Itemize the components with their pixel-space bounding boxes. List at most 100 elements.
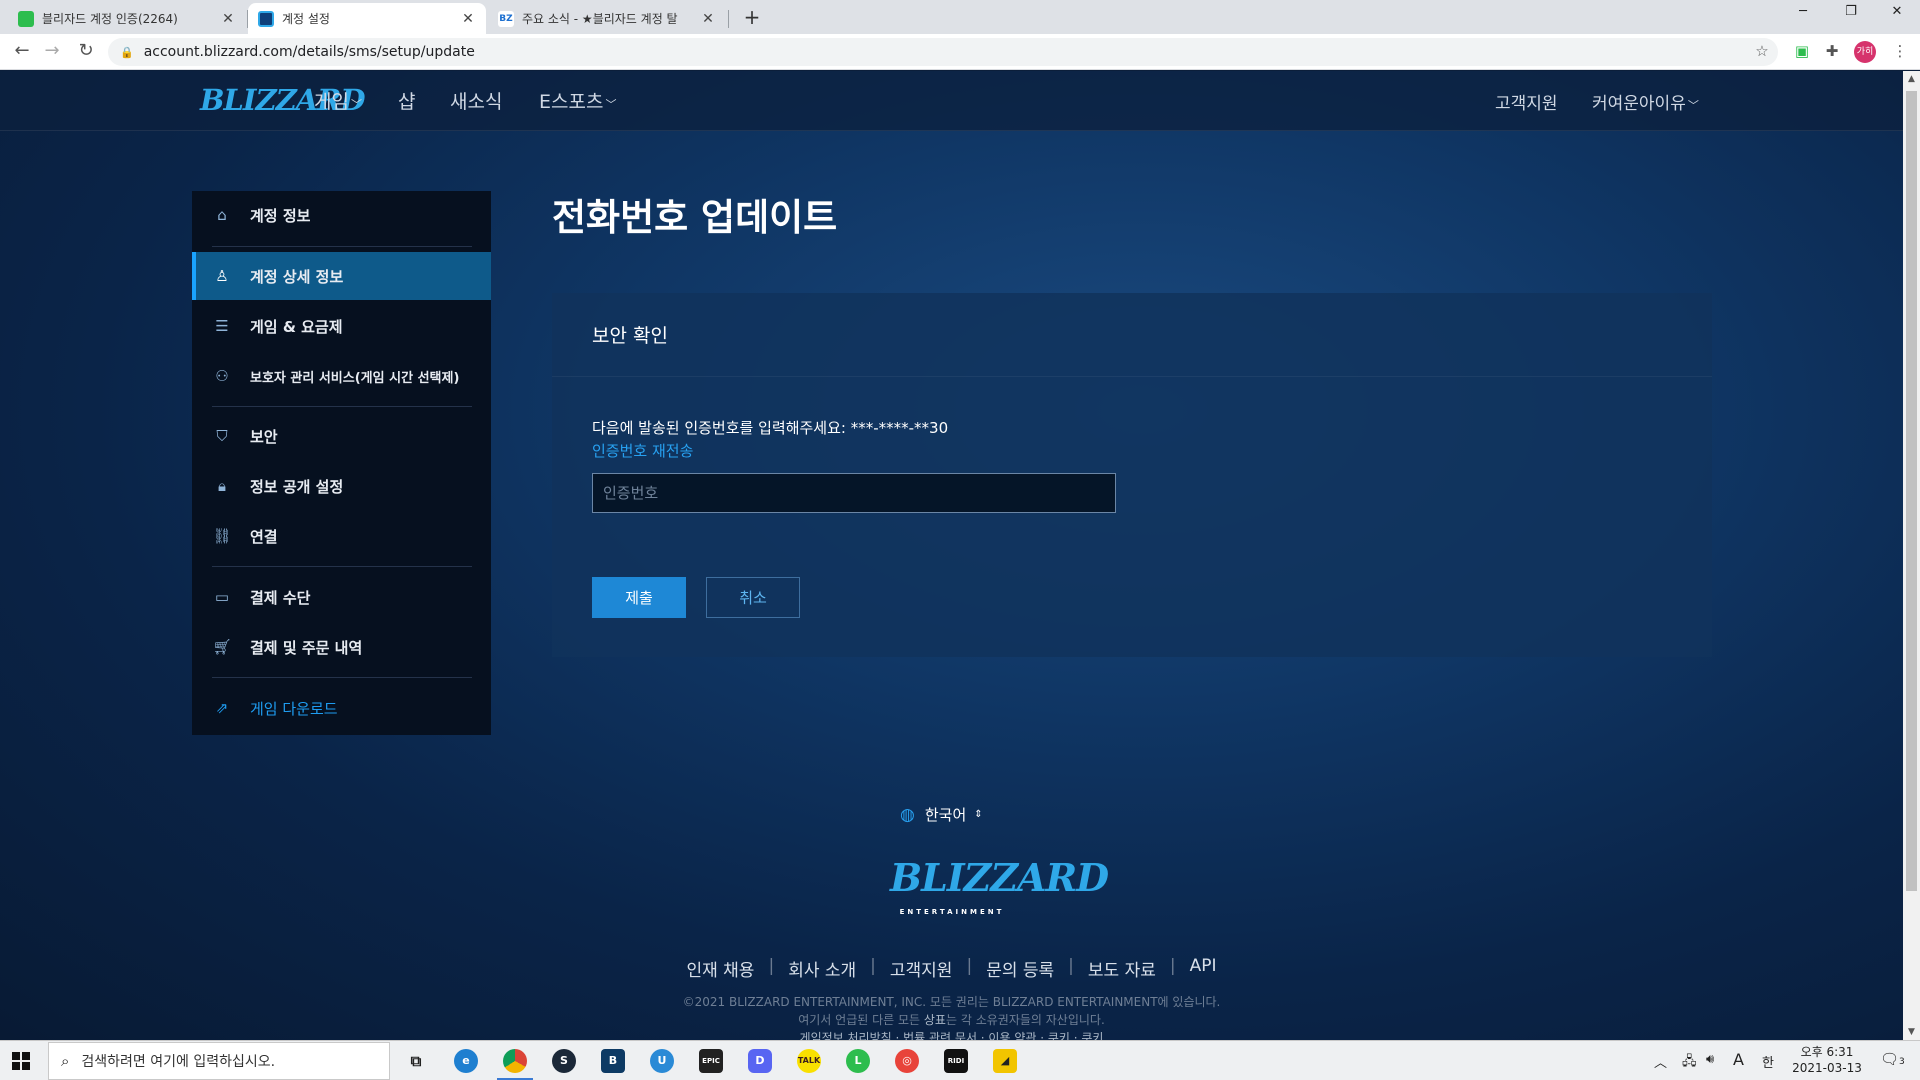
account-name: 커여운아이유 <box>1592 94 1686 114</box>
scroll-down-icon[interactable]: ▼ <box>1903 1027 1920 1037</box>
ime-language-indicator[interactable]: 한 <box>1762 1052 1774 1071</box>
network-icon[interactable]: 🖧︎ <box>1682 1052 1697 1074</box>
security-verification-card: 보안 확인 다음에 발송된 인증번호를 입력해주세요: ***-****-**3… <box>552 293 1712 657</box>
footer-link-careers[interactable]: 인재 채용 <box>686 956 754 981</box>
kakaotalk-icon[interactable]: TALK <box>797 1049 821 1073</box>
ime-mode-indicator[interactable]: A <box>1733 1050 1744 1069</box>
language-selector[interactable]: ◍ 한국어 ⇕ <box>900 804 983 825</box>
sidebar-item-game-download[interactable]: ⇗ 게임 다운로드 <box>192 684 491 732</box>
nav-account-menu[interactable]: 커여운아이유 ﹀ <box>1592 89 1699 114</box>
new-tab-button[interactable]: + <box>738 5 766 29</box>
shield-icon: ⛉ <box>216 427 228 445</box>
nav-support[interactable]: 고객지원 <box>1495 89 1558 114</box>
page-scrollbar[interactable]: ▲ ▼ <box>1903 71 1920 1040</box>
tab-close-icon[interactable]: ✕ <box>460 11 476 27</box>
submit-button[interactable]: 제출 <box>592 577 686 618</box>
taskbar-search-placeholder: 검색하려면 여기에 입력하십시오. <box>81 1054 276 1070</box>
footer-link-api[interactable]: API <box>1190 956 1217 981</box>
nav-esports-label: E스포츠 <box>539 91 604 113</box>
minimize-icon[interactable]: ─ <box>1780 4 1826 19</box>
ridi-icon[interactable]: RIDI <box>944 1049 968 1073</box>
forward-arrow-icon[interactable]: → <box>40 40 64 61</box>
taskbar-clock[interactable]: 오후 6:31 2021-03-13 <box>1788 1044 1866 1076</box>
tab-title: 계정 설정 <box>282 12 330 26</box>
cancel-button[interactable]: 취소 <box>706 577 800 618</box>
nav-shop[interactable]: 샵 <box>398 87 415 114</box>
footer-separator: | <box>1169 956 1176 976</box>
tab-close-icon[interactable]: ✕ <box>700 11 716 27</box>
language-label: 한국어 <box>924 806 967 824</box>
reload-icon[interactable]: ↻ <box>74 40 98 61</box>
back-arrow-icon[interactable]: ← <box>10 40 34 61</box>
sidebar-item-account-overview[interactable]: ⌂ 계정 정보 <box>192 191 491 239</box>
blizzard-news-favicon-icon: BZ <box>498 10 514 27</box>
sidebar-item-connections[interactable]: ⛓ 연결 <box>192 512 491 560</box>
volume-icon[interactable]: 🔊︎ <box>1706 1052 1714 1067</box>
sidebar-item-payment-methods[interactable]: ▭ 결제 수단 <box>192 573 491 621</box>
profile-avatar[interactable]: 가히 <box>1854 41 1876 63</box>
task-view-icon[interactable]: ⧉ <box>404 1049 428 1073</box>
cart-icon: 🛒︎ <box>212 638 232 656</box>
window-close-icon[interactable]: ✕ <box>1874 4 1920 19</box>
sidebar-item-security[interactable]: ⛉ 보안 <box>192 412 491 460</box>
footer-link-support[interactable]: 고객지원 <box>890 956 953 981</box>
nav-esports[interactable]: E스포츠 ﹀ <box>539 87 616 114</box>
sidebar-item-privacy[interactable]: 🔒︎ 정보 공개 설정 <box>192 462 491 510</box>
footer-copyright: ©2021 BLIZZARD ENTERTAINMENT, INC. 모든 권리… <box>682 995 1221 1009</box>
browser-tab[interactable]: BZ 주요 소식 - ★블리자드 계정 탈 ✕ <box>488 3 726 34</box>
trademark-link[interactable]: 상표 <box>924 1013 946 1027</box>
sidebar-item-account-details[interactable]: ♙ 계정 상세 정보 <box>192 252 491 300</box>
nav-games-label: 게임 <box>314 91 349 113</box>
footer-link-press[interactable]: 보도 자료 <box>1088 956 1156 981</box>
footer-separator: | <box>870 956 876 976</box>
sidebar-item-label: 게임 다운로드 <box>250 699 338 718</box>
nav-news[interactable]: 새소식 <box>450 87 502 114</box>
trademark-text-end: 는 각 소유권자들의 자산입니다. <box>945 1013 1105 1027</box>
media-player-icon[interactable]: ◎ <box>895 1049 919 1073</box>
sidebar-item-label: 결제 및 주문 내역 <box>250 638 363 657</box>
nav-news-label: 새소식 <box>450 91 503 113</box>
taskbar-search-box[interactable]: ⌕ 검색하려면 여기에 입력하십시오. <box>48 1042 390 1080</box>
tray-chevron-up-icon[interactable]: ︿ <box>1654 1052 1667 1071</box>
bookmark-star-icon[interactable]: ☆ <box>1752 42 1772 62</box>
extension-icon[interactable]: ▣ <box>1792 42 1812 62</box>
sidebar-item-label: 게임 & 요금제 <box>250 317 343 336</box>
battlenet-icon[interactable]: B <box>601 1049 625 1073</box>
footer-separator: | <box>768 956 775 976</box>
tab-close-icon[interactable]: ✕ <box>220 11 236 27</box>
chrome-icon[interactable] <box>497 1049 533 1080</box>
footer-link-contact[interactable]: 문의 등록 <box>986 956 1054 981</box>
steam-icon[interactable]: S <box>552 1049 576 1073</box>
page-viewport: BLIZZARD 게임 ﹀ 샵 새소식 E스포츠 ﹀ 고객지원 커여운아이유 ﹀ ⌂ … <box>0 71 1903 1040</box>
line-icon[interactable]: L <box>846 1049 870 1073</box>
sidebar-item-parental-controls[interactable]: ⚇ 보호자 관리 서비스(게임 시간 선택제) <box>192 352 491 400</box>
blizzard-favicon-icon <box>258 10 274 27</box>
verification-code-input[interactable] <box>592 473 1116 513</box>
notification-center-icon[interactable]: 🗨︎3 <box>1880 1050 1905 1068</box>
sidebar-item-order-history[interactable]: 🛒︎ 결제 및 주문 내역 <box>192 623 491 671</box>
footer-legal-links[interactable]: 게임정보 처리방침 · 법률 관련 문서 · 이용 약관 · 쿠키 · 쿠키 <box>0 1029 1903 1040</box>
restore-icon[interactable]: ❐ <box>1828 4 1874 19</box>
sidebar-item-label: 정보 공개 설정 <box>250 477 344 496</box>
footer-logo[interactable]: BLIZZARD ENTERTAINMENT <box>890 857 1109 918</box>
discord-icon[interactable]: D <box>748 1049 772 1073</box>
windows-start-icon[interactable] <box>12 1052 30 1070</box>
nav-games[interactable]: 게임 ﹀ <box>314 87 362 114</box>
edge-icon[interactable]: e <box>454 1049 478 1073</box>
ubisoft-icon[interactable]: U <box>650 1049 674 1073</box>
sticky-notes-icon[interactable]: ◢ <box>993 1049 1017 1073</box>
address-bar[interactable]: 🔒 account.blizzard.com/details/sms/setup… <box>108 38 1778 66</box>
browser-tab-active[interactable]: 계정 설정 ✕ <box>248 3 486 34</box>
browser-tab[interactable]: 블리자드 계정 인증(2264) ✕ <box>8 3 246 34</box>
epic-games-icon[interactable]: EPIC <box>699 1049 723 1073</box>
logo-subtitle: ENTERTAINMENT <box>899 908 1005 916</box>
kebab-menu-icon[interactable]: ⋮ <box>1890 42 1910 62</box>
scroll-up-icon[interactable]: ▲ <box>1903 74 1920 84</box>
puzzle-icon[interactable]: ✚ <box>1822 42 1842 62</box>
sidebar-item-label: 보호자 관리 서비스(게임 시간 선택제) <box>250 370 460 386</box>
resend-code-link[interactable]: 인증번호 재전송 <box>592 440 693 461</box>
chevron-down-icon: ﹀ <box>1687 99 1699 112</box>
footer-link-about[interactable]: 회사 소개 <box>788 956 856 981</box>
scrollbar-thumb[interactable] <box>1906 91 1917 891</box>
sidebar-item-games-subscriptions[interactable]: ☰ 게임 & 요금제 <box>192 302 491 350</box>
